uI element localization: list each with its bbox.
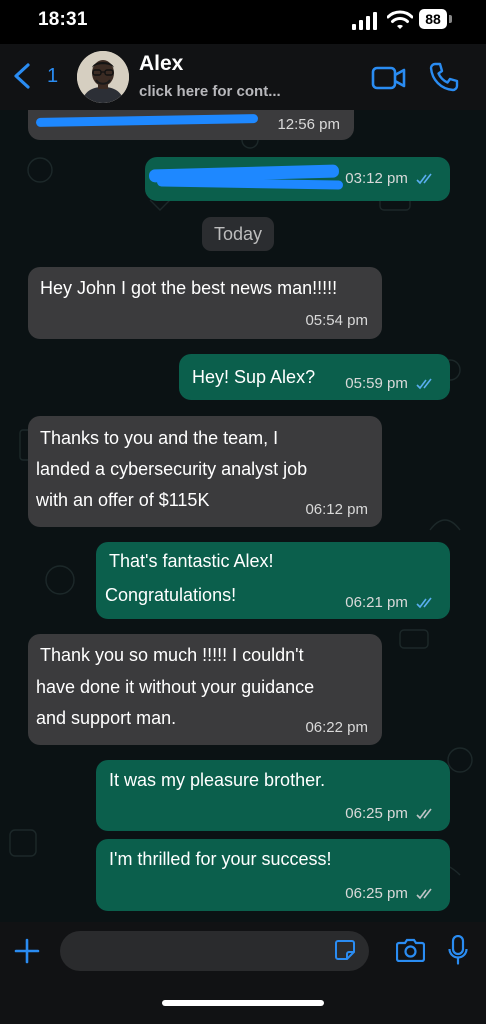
message-text: Congratulations! <box>105 585 237 605</box>
unread-count[interactable]: 1 <box>47 65 58 88</box>
message-input[interactable] <box>60 931 369 971</box>
sticker-icon[interactable] <box>334 939 356 961</box>
message-time: 05:54 pm <box>305 312 368 329</box>
wifi-icon <box>387 10 413 29</box>
message-text: with an offer of $115K <box>36 490 210 510</box>
message-time: 03:12 pm <box>345 170 408 187</box>
phone-call-icon[interactable] <box>428 61 460 93</box>
message-text: Hey! Sup Alex? <box>192 367 316 387</box>
home-indicator[interactable] <box>162 1000 324 1006</box>
read-ticks-icon <box>416 173 432 185</box>
message-bubble-outgoing[interactable]: 03:12 pm <box>145 157 450 201</box>
day-separator: Today <box>202 217 274 251</box>
back-chevron-icon[interactable] <box>10 62 36 90</box>
message-text: and support man. <box>36 708 177 728</box>
battery-icon: 88 <box>419 9 455 31</box>
message-bubble-incoming[interactable]: Thank you so much !!!!! I couldn't have … <box>28 634 382 745</box>
message-text: That's fantastic Alex! <box>109 551 274 571</box>
message-time: 05:59 pm <box>345 375 408 392</box>
video-call-icon[interactable] <box>371 65 407 91</box>
redaction-mark <box>156 177 344 190</box>
plus-icon[interactable] <box>14 938 40 964</box>
message-time: 06:21 pm <box>345 594 408 611</box>
message-bubble-outgoing[interactable]: That's fantastic Alex! Congratulations! … <box>96 542 450 619</box>
message-time: 06:12 pm <box>305 501 368 518</box>
redaction-mark <box>35 114 259 127</box>
message-list[interactable]: 12:56 pm 03:12 pm Today Hey John I got t… <box>0 110 486 922</box>
contact-info-link[interactable]: click here for cont... <box>139 83 281 100</box>
message-bubble-outgoing[interactable]: It was my pleasure brother. 06:25 pm <box>96 760 450 831</box>
battery-level: 88 <box>419 9 447 29</box>
avatar[interactable] <box>77 51 129 103</box>
contact-name[interactable]: Alex <box>139 52 183 76</box>
chat-header: 1 Alex click here for cont... <box>0 44 486 110</box>
message-bubble-incoming[interactable]: Hey John I got the best news man!!!!! 05… <box>28 267 382 339</box>
message-text: I'm thrilled for your success! <box>109 849 332 869</box>
message-text: Thanks to you and the team, I <box>40 428 279 448</box>
message-text: have done it without your guidance <box>36 677 315 697</box>
signal-icon <box>352 12 377 30</box>
message-text: It was my pleasure brother. <box>109 770 326 790</box>
microphone-icon[interactable] <box>448 935 468 965</box>
delivered-ticks-icon <box>416 888 432 900</box>
message-time: 06:25 pm <box>345 805 408 822</box>
read-ticks-icon <box>416 597 432 609</box>
message-time: 06:25 pm <box>345 885 408 902</box>
status-time: 18:31 <box>38 9 88 30</box>
status-bar: 18:31 88 <box>0 0 486 44</box>
message-time: 06:22 pm <box>305 719 368 736</box>
message-text: landed a cybersecurity analyst job <box>36 459 308 479</box>
message-bubble-incoming[interactable]: Thanks to you and the team, I landed a c… <box>28 416 382 527</box>
message-time: 12:56 pm <box>277 116 340 133</box>
camera-icon[interactable] <box>396 937 425 962</box>
message-bubble-outgoing[interactable]: Hey! Sup Alex? 05:59 pm <box>179 354 450 400</box>
delivered-ticks-icon <box>416 808 432 820</box>
message-text: Hey John I got the best news man!!!!! <box>40 278 338 298</box>
composer-bar <box>0 922 486 1024</box>
message-bubble-outgoing[interactable]: I'm thrilled for your success! 06:25 pm <box>96 839 450 911</box>
message-text: Thank you so much !!!!! I couldn't <box>40 645 304 665</box>
read-ticks-icon <box>416 378 432 390</box>
message-bubble-incoming[interactable]: 12:56 pm <box>28 110 354 140</box>
